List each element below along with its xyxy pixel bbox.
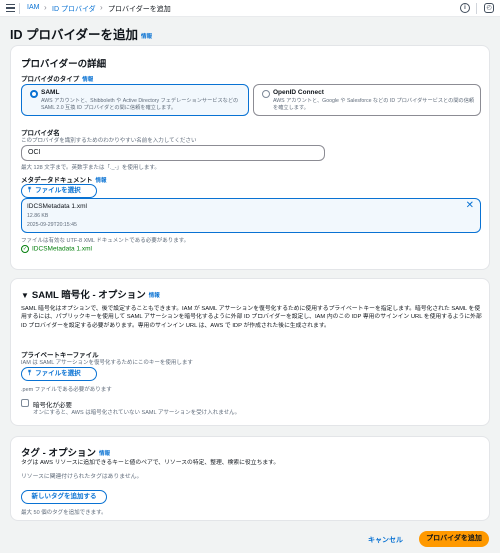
help-circle-icon[interactable]: i xyxy=(460,3,470,13)
require-encryption-checkbox[interactable] xyxy=(21,399,29,407)
provider-name-input[interactable]: OCI xyxy=(21,145,325,161)
breadcrumb-id-providers[interactable]: ID プロバイダ xyxy=(52,4,96,14)
saml-encryption-panel: ▼ SAML 暗号化 - オプション 情報 SAML 暗号化はオプションで、後で設定… xyxy=(10,278,490,426)
divider xyxy=(476,3,477,14)
close-icon[interactable]: ✕ xyxy=(466,200,474,211)
private-key-description: IAM は SAML アサーションを復号化するためにこのキーを使用します xyxy=(21,360,193,366)
divider xyxy=(19,3,20,14)
selected-file-token: IDCSMetadata 1.xml 12.86 KB 2025-09-29T2… xyxy=(21,198,481,233)
add-tag-button[interactable]: 新しいタグを追加する xyxy=(21,490,107,504)
info-link[interactable]: 情報 xyxy=(99,451,110,457)
provider-type-oidc-option[interactable]: OpenID Connect AWS アカウントと、Google や Sales… xyxy=(253,84,481,116)
section-heading: プロバイダーの詳細 xyxy=(21,59,107,70)
tags-description: タグは AWS リソースに追加できるキーと値のペアで、リソースの特定、整理、検索… xyxy=(21,460,280,466)
option-title: SAML xyxy=(41,89,60,96)
upload-icon: ⤒ xyxy=(28,370,32,377)
tags-limit-hint: 最大 50 個のタグを追加できます。 xyxy=(21,510,107,516)
option-description: AWS アカウントと、Google や Salesforce などの ID プロ… xyxy=(273,98,475,111)
provider-name-hint: 最大 128 文字まで。英数字または「._-」を使用します。 xyxy=(21,165,160,171)
section-heading: タグ - オプション 情報 xyxy=(21,448,110,459)
radio-button[interactable] xyxy=(262,90,270,98)
breadcrumb-current: プロバイダーを追加 xyxy=(108,6,171,13)
info-link[interactable]: 情報 xyxy=(82,77,93,83)
encryption-description: SAML 暗号化はオプションで、後で設定することもできます。IAM が SAML… xyxy=(21,306,482,329)
provider-type-saml-option[interactable]: SAML AWS アカウントと、Shibboleth や Active Dire… xyxy=(21,84,249,116)
add-provider-button[interactable]: プロバイダを追加 xyxy=(419,531,489,547)
section-heading[interactable]: ▼ SAML 暗号化 - オプション 情報 xyxy=(21,287,160,301)
option-description: AWS アカウントと、Shibboleth や Active Directory… xyxy=(41,98,239,111)
tags-panel: タグ - オプション 情報 タグは AWS リソースに追加できるキーと値のペアで、… xyxy=(10,436,490,521)
info-link[interactable]: 情報 xyxy=(96,178,107,184)
radio-button[interactable] xyxy=(30,90,38,98)
provider-details-panel: プロバイダーの詳細 プロバイダのタイプ 情報 SAML AWS アカウントと、Sh… xyxy=(10,45,490,270)
notification-icon[interactable]: ◴ xyxy=(484,3,494,13)
upload-success-status: ✓ IDCSMetadata 1.xml xyxy=(21,245,92,253)
page-title: ID プロバイダーを追加 情報 xyxy=(10,28,152,42)
option-title: OpenID Connect xyxy=(273,89,324,96)
choose-metadata-file-button[interactable]: ⤒ ファイルを選択 xyxy=(21,184,97,198)
breadcrumb-iam[interactable]: IAM xyxy=(27,4,39,11)
upload-icon: ⤒ xyxy=(28,187,32,194)
menu-icon[interactable] xyxy=(6,4,15,12)
file-modified-date: 2025-09-29T20:15:45 xyxy=(27,222,77,228)
info-link[interactable]: 情報 xyxy=(141,34,152,40)
check-circle-icon: ✓ xyxy=(21,245,29,253)
chevron-right-icon: › xyxy=(100,3,103,12)
info-link[interactable]: 情報 xyxy=(149,293,160,299)
tags-empty-state: リソースに関連付けられたタグはありません。 xyxy=(21,474,143,480)
caret-down-icon: ▼ xyxy=(21,291,29,300)
file-size: 12.86 KB xyxy=(27,213,49,219)
choose-private-key-button[interactable]: ⤒ ファイルを選択 xyxy=(21,367,97,381)
provider-type-label: プロバイダのタイプ 情報 xyxy=(21,76,94,84)
file-name: IDCSMetadata 1.xml xyxy=(27,203,87,210)
metadata-hint: ファイルは有効な UTF-8 XML ドキュメントである必要があります。 xyxy=(21,238,190,244)
top-navigation-bar: IAM › ID プロバイダ › プロバイダーを追加 i ◴ xyxy=(0,0,500,17)
private-key-hint: .pem ファイルである必要があります xyxy=(21,387,112,393)
require-encryption-description: オンにすると、AWS は暗号化されていない SAML アサーションを受け入れませ… xyxy=(33,410,241,416)
metadata-label: メタデータドキュメント 情報 xyxy=(21,177,107,185)
provider-name-description: このプロバイダを識別するためのわかりやすい名前を入力してください xyxy=(21,138,197,144)
chevron-right-icon: › xyxy=(44,3,47,12)
cancel-button[interactable]: キャンセル xyxy=(368,535,403,545)
